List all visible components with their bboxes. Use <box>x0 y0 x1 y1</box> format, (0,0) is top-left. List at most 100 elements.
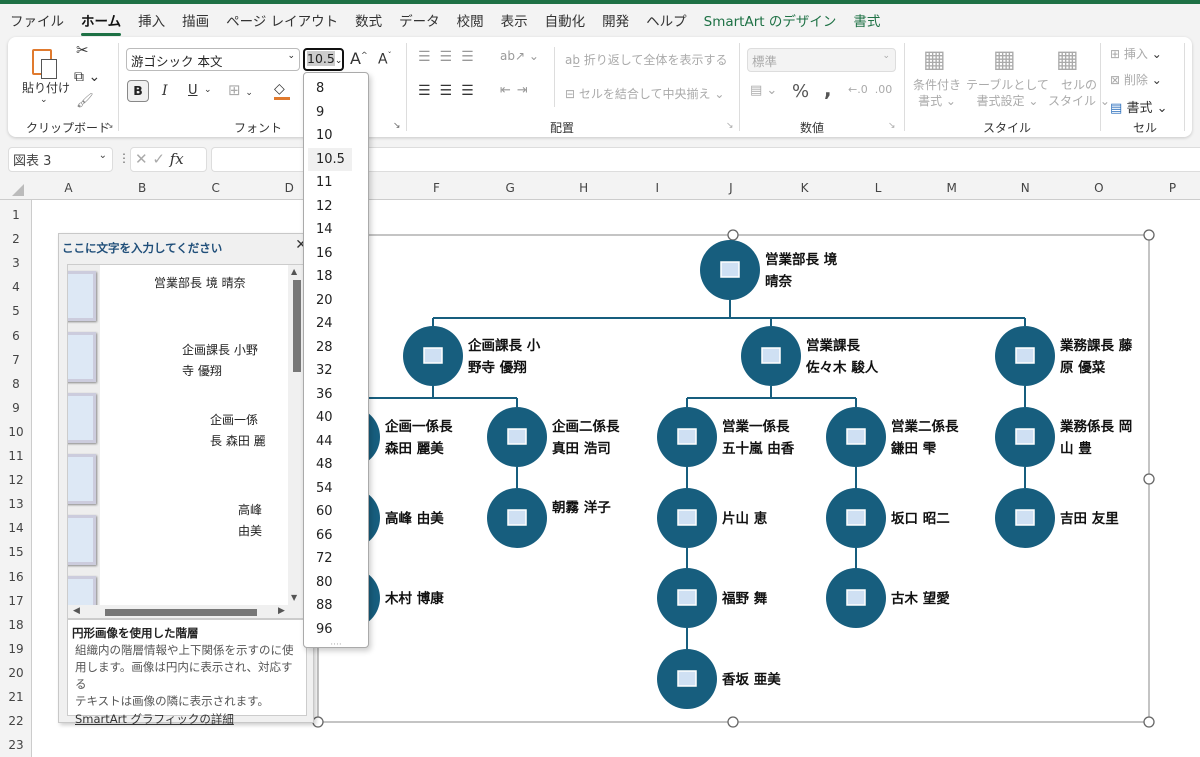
font-size-option[interactable]: 54 <box>304 477 368 501</box>
org-node-label[interactable]: 営業部長 境 <box>765 251 838 268</box>
resize-handle[interactable] <box>1143 229 1155 241</box>
picture-placeholder-icon[interactable] <box>68 454 96 504</box>
picture-placeholder-icon[interactable] <box>846 428 866 445</box>
org-node-label[interactable]: 業務課長 藤 <box>1059 337 1133 354</box>
bullet-list: •営業部長 境 晴奈 •企画課長 小野寺 優翔 •企画一係長 森田 麗美 •高峰 由美… <box>100 265 286 605</box>
org-node-label[interactable]: 佐々木 駿人 <box>805 359 879 376</box>
scroll-thumb[interactable] <box>105 609 257 616</box>
picture-placeholder-icon[interactable] <box>68 515 96 565</box>
smartart-learn-more-link[interactable]: SmartArt グラフィックの詳細 <box>72 711 302 728</box>
text-pane-item[interactable]: •営業部長 境 晴奈 <box>154 273 266 294</box>
font-size-option[interactable]: 18 <box>304 265 368 289</box>
font-size-option[interactable]: 10 <box>304 124 368 148</box>
picture-placeholder-icon[interactable] <box>1015 347 1035 364</box>
font-size-option[interactable]: 24 <box>304 312 368 336</box>
text-pane-title: ここに文字を入力してください <box>62 241 223 255</box>
font-size-option[interactable]: 72 <box>304 547 368 571</box>
org-node-label[interactable]: 朝霧 洋子 <box>552 499 611 516</box>
scroll-thumb[interactable] <box>293 280 301 372</box>
font-size-option[interactable]: 48 <box>304 453 368 477</box>
font-size-option[interactable]: 40 <box>304 406 368 430</box>
org-node-label[interactable]: 企画一係長 <box>384 418 453 435</box>
font-size-option[interactable]: 9 <box>304 101 368 125</box>
font-size-option[interactable]: 10.5 <box>308 147 352 171</box>
font-size-option[interactable]: 14 <box>304 218 368 242</box>
resize-handle[interactable] <box>1143 716 1155 728</box>
bullet-text: 企画一係長 森田 麗美 <box>210 413 266 448</box>
picture-placeholder-icon[interactable] <box>846 509 866 526</box>
font-size-option[interactable]: 88 <box>304 594 368 618</box>
resize-grip-icon[interactable]: ···· <box>304 641 368 650</box>
picture-placeholder-icon[interactable] <box>677 670 697 687</box>
org-node-label[interactable]: 山 豊 <box>1060 440 1092 457</box>
text-pane-item[interactable]: •高峰 由美 <box>238 500 266 542</box>
org-node-label[interactable]: 営業一係長 <box>722 418 790 435</box>
org-node-label[interactable]: 高峰 由美 <box>385 510 444 527</box>
resize-handle[interactable] <box>312 716 324 728</box>
picture-placeholder-icon[interactable] <box>677 509 697 526</box>
picture-placeholder-icon[interactable] <box>507 428 527 445</box>
font-size-dropdown[interactable]: 8 9 10 10.5 11 12 14 16 18 20 24 28 32 36 40 44 48 54 60 66… <box>303 72 369 650</box>
picture-placeholder-icon[interactable] <box>68 332 96 382</box>
org-node-label[interactable]: 香坂 亜美 <box>721 671 781 688</box>
scroll-down-icon[interactable]: ▼ <box>291 593 297 602</box>
resize-handle[interactable] <box>1143 473 1155 485</box>
org-node-label[interactable]: 片山 恵 <box>722 510 768 527</box>
org-node-label[interactable]: 古木 望愛 <box>891 590 950 607</box>
bullet-text: 営業部長 境 晴奈 <box>154 276 246 290</box>
org-node-label[interactable]: 森田 麗美 <box>385 440 444 457</box>
font-size-option[interactable]: 28 <box>304 336 368 360</box>
text-pane-item[interactable]: •企画一係長 森田 麗美 <box>210 410 266 454</box>
text-pane-item[interactable]: •企画課長 小野寺 優翔 <box>182 340 266 382</box>
font-size-option[interactable]: 12 <box>304 195 368 219</box>
font-size-option[interactable]: 44 <box>304 430 368 454</box>
font-size-option[interactable]: 11 <box>304 171 368 195</box>
org-node-label[interactable]: 五十嵐 由香 <box>722 440 795 457</box>
font-size-option[interactable]: 32 <box>304 359 368 383</box>
picture-placeholder-icon[interactable] <box>1015 428 1035 445</box>
org-node-label[interactable]: 原 優菜 <box>1060 359 1106 376</box>
org-node-label[interactable]: 鎌田 雫 <box>890 440 936 457</box>
picture-placeholder-icon[interactable] <box>677 589 697 606</box>
font-size-option[interactable]: 80 <box>304 571 368 595</box>
picture-placeholder-icon[interactable] <box>677 428 697 445</box>
picture-placeholder-icon[interactable] <box>423 347 443 364</box>
resize-handle[interactable] <box>727 229 739 241</box>
scroll-up-icon[interactable]: ▲ <box>291 267 297 276</box>
description-title: 円形画像を使用した階層 <box>72 626 199 640</box>
org-node-label[interactable]: 野寺 優翔 <box>468 359 527 376</box>
font-size-option[interactable]: 16 <box>304 242 368 266</box>
resize-handle[interactable] <box>727 716 739 728</box>
org-node-label[interactable]: 坂口 昭二 <box>891 510 950 527</box>
font-size-option[interactable]: 66 <box>304 524 368 548</box>
description-line: 用します。画像は円内に表示され、対応する <box>75 660 293 691</box>
font-size-option[interactable]: 60 <box>304 500 368 524</box>
text-pane-list[interactable]: •営業部長 境 晴奈 •企画課長 小野寺 優翔 •企画一係長 森田 麗美 •高峰 由美… <box>67 264 307 619</box>
org-node-label[interactable]: 福野 舞 <box>721 590 768 607</box>
scroll-left-icon[interactable]: ◀ <box>73 606 80 616</box>
font-size-option[interactable]: 36 <box>304 383 368 407</box>
scroll-right-icon[interactable]: ▶ <box>278 606 285 616</box>
font-size-option[interactable]: 20 <box>304 289 368 313</box>
org-node-label[interactable]: 真田 浩司 <box>552 440 611 457</box>
font-size-option[interactable]: 8 <box>304 77 368 101</box>
horizontal-scrollbar[interactable]: ◀ ▶ <box>68 605 306 618</box>
org-node-label[interactable]: 営業課長 <box>806 337 860 354</box>
picture-placeholder-icon[interactable] <box>507 509 527 526</box>
org-node-label[interactable]: 企画二係長 <box>551 418 620 435</box>
font-size-option[interactable]: 96 <box>304 618 368 642</box>
bullet-text: 高峰 由美 <box>238 503 263 538</box>
org-node-label[interactable]: 木村 博康 <box>384 590 444 607</box>
org-node-label[interactable]: 営業二係長 <box>891 418 959 435</box>
smartart-text-pane: ここに文字を入力してください ✕ •営業部長 境 晴奈•企画課長 小野寺 優翔•… <box>58 233 314 726</box>
org-node-label[interactable]: 晴奈 <box>765 273 793 290</box>
picture-placeholder-icon[interactable] <box>68 271 96 321</box>
picture-placeholder-icon[interactable] <box>761 347 781 364</box>
org-node-label[interactable]: 吉田 友里 <box>1060 510 1119 527</box>
picture-placeholder-icon[interactable] <box>720 261 740 278</box>
picture-placeholder-icon[interactable] <box>1015 509 1035 526</box>
org-node-label[interactable]: 企画課長 小 <box>467 337 541 354</box>
picture-placeholder-icon[interactable] <box>68 393 96 443</box>
org-node-label[interactable]: 業務係長 岡 <box>1059 418 1132 435</box>
picture-placeholder-icon[interactable] <box>846 589 866 606</box>
